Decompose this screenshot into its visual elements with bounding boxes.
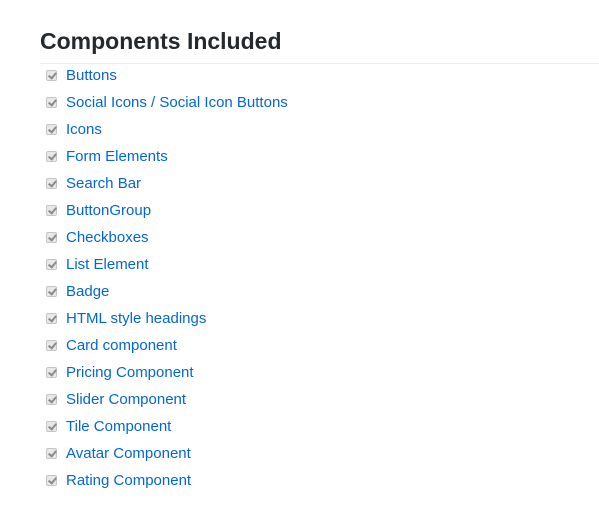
task-list-item: Social Icons / Social Icon Buttons	[46, 89, 288, 116]
item-label: Social Icons / Social Icon Buttons	[66, 93, 288, 111]
item-label: Checkboxes	[66, 228, 149, 246]
task-list-item: HTML style headings	[46, 305, 288, 332]
item-label: List Element	[66, 255, 149, 273]
item-label: Slider Component	[66, 390, 187, 408]
task-list-item: ButtonGroup	[46, 197, 288, 224]
checked-checkbox-icon	[46, 97, 57, 108]
task-list-item: Avatar Component	[46, 440, 288, 467]
task-list-item: Buttons	[46, 62, 288, 89]
item-label: Tile Component	[66, 417, 172, 435]
item-label: Form Elements	[66, 147, 168, 165]
item-label: Pricing Component	[66, 363, 194, 381]
task-list-item: Badge	[46, 278, 288, 305]
checked-checkbox-icon	[46, 394, 57, 405]
task-list-item: Search Bar	[46, 170, 288, 197]
item-label: Avatar Component	[66, 444, 191, 462]
item-label: ButtonGroup	[66, 201, 152, 219]
checked-checkbox-icon	[46, 367, 57, 378]
item-label: Buttons	[66, 66, 117, 84]
checked-checkbox-icon	[46, 232, 57, 243]
task-list-item: Slider Component	[46, 386, 288, 413]
item-label: Search Bar	[66, 174, 142, 192]
checked-checkbox-icon	[46, 340, 57, 351]
task-list-item: Form Elements	[46, 143, 288, 170]
checked-checkbox-icon	[46, 448, 57, 459]
checked-checkbox-icon	[46, 178, 57, 189]
checked-checkbox-icon	[46, 124, 57, 135]
checked-checkbox-icon	[46, 313, 57, 324]
task-list-item: List Element	[46, 251, 288, 278]
checked-checkbox-icon	[46, 421, 57, 432]
item-label: Card component	[66, 336, 177, 354]
checked-checkbox-icon	[46, 70, 57, 81]
item-label: Rating Component	[66, 471, 192, 489]
task-list-item: Icons	[46, 116, 288, 143]
checked-checkbox-icon	[46, 475, 57, 486]
task-list: Buttons Social Icons / Social Icon Butto…	[46, 62, 288, 494]
item-label: Badge	[66, 282, 110, 300]
task-list-item: Card component	[46, 332, 288, 359]
task-list-item: Checkboxes	[46, 224, 288, 251]
checked-checkbox-icon	[46, 286, 57, 297]
checked-checkbox-icon	[46, 259, 57, 270]
task-list-item: Pricing Component	[46, 359, 288, 386]
section-heading: Components Included	[40, 27, 599, 65]
task-list-item: Tile Component	[46, 413, 288, 440]
checked-checkbox-icon	[46, 205, 57, 216]
task-list-item: Rating Component	[46, 467, 288, 494]
checked-checkbox-icon	[46, 151, 57, 162]
item-label: Icons	[66, 120, 102, 138]
item-label: HTML style headings	[66, 309, 207, 327]
